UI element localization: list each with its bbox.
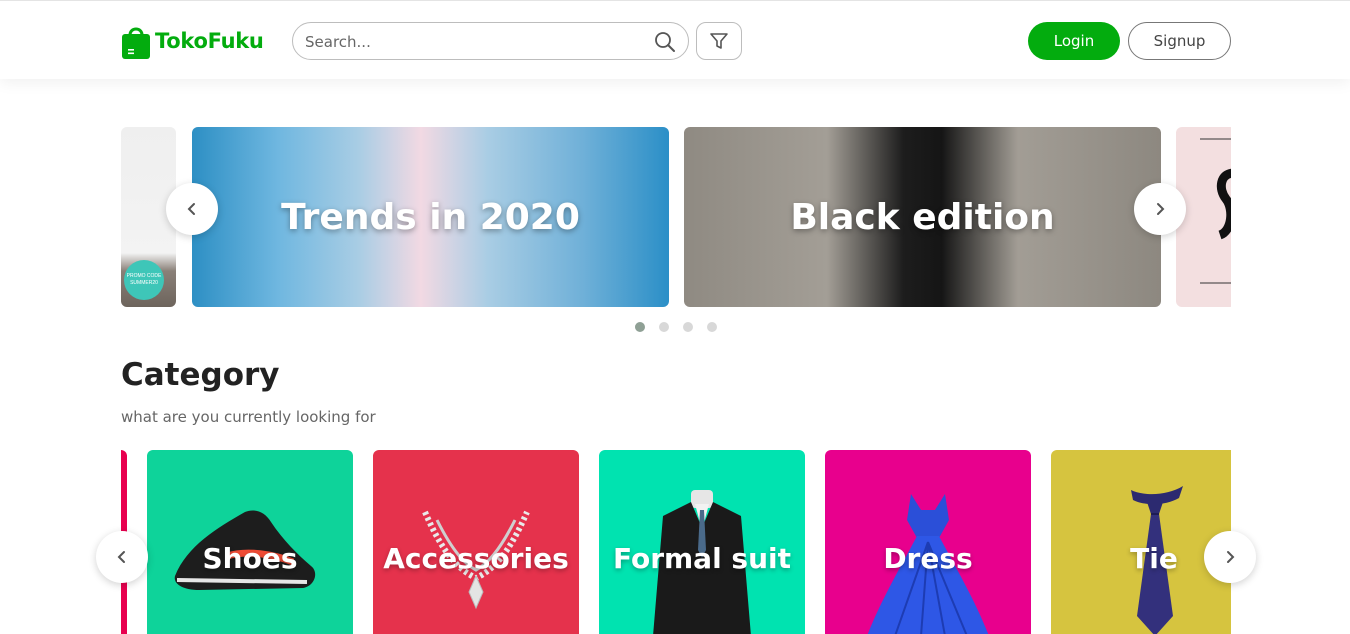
search-icon[interactable]	[654, 31, 676, 53]
pagination-dot-1[interactable]	[635, 322, 645, 332]
category-label: Accessories	[383, 542, 569, 575]
category-label: Dress	[883, 542, 973, 575]
pagination-dot-2[interactable]	[659, 322, 669, 332]
category-label: Formal suit	[612, 542, 792, 575]
category-heading: Category	[121, 357, 280, 393]
category-label: Shoes	[202, 542, 298, 575]
category-card-shoes[interactable]: Shoes	[147, 450, 353, 634]
filter-icon	[710, 33, 728, 49]
banner-prev-button[interactable]	[166, 183, 218, 235]
category-card-dress[interactable]: Dress	[825, 450, 1031, 634]
banner-carousel: PROMO CODE SUMMER20 Trends in 2020 Black…	[121, 127, 1231, 307]
category-next-button[interactable]	[1204, 531, 1256, 583]
chevron-right-icon	[1157, 203, 1165, 215]
category-card-tie[interactable]: Tie	[1051, 450, 1231, 634]
search-input[interactable]	[305, 31, 645, 53]
carousel-pagination	[635, 322, 717, 332]
login-button[interactable]: Login	[1028, 22, 1120, 60]
chevron-left-icon	[187, 203, 195, 215]
category-card-accessories[interactable]: Accessories	[373, 450, 579, 634]
category-card-formal-suit[interactable]: Formal suit	[599, 450, 805, 634]
pagination-dot-4[interactable]	[707, 322, 717, 332]
brand-logo[interactable]: TokoFuku	[121, 23, 264, 59]
search-bar	[292, 22, 689, 60]
signup-button[interactable]: Signup	[1128, 22, 1231, 60]
brand-name: TokoFuku	[155, 29, 264, 53]
banner-title: Black edition	[790, 196, 1055, 238]
chevron-left-icon	[117, 551, 125, 563]
banner-slide-black-edition[interactable]: Black edition	[684, 127, 1161, 307]
category-subtitle: what are you currently looking for	[121, 408, 376, 426]
category-prev-button[interactable]	[96, 531, 148, 583]
top-navbar: TokoFuku Login Signup	[0, 0, 1350, 79]
banner-slide-trends[interactable]: Trends in 2020	[192, 127, 669, 307]
banner-next-button[interactable]	[1134, 183, 1186, 235]
promo-code-badge: PROMO CODE SUMMER20	[124, 260, 164, 300]
chevron-right-icon	[1227, 551, 1235, 563]
shopping-bag-icon	[122, 27, 150, 59]
banner-title: Trends in 2020	[281, 196, 580, 238]
filter-button[interactable]	[696, 22, 742, 60]
category-carousel: Shoes Accessories Formal suit Dress Tie	[121, 450, 1231, 634]
pagination-dot-3[interactable]	[683, 322, 693, 332]
